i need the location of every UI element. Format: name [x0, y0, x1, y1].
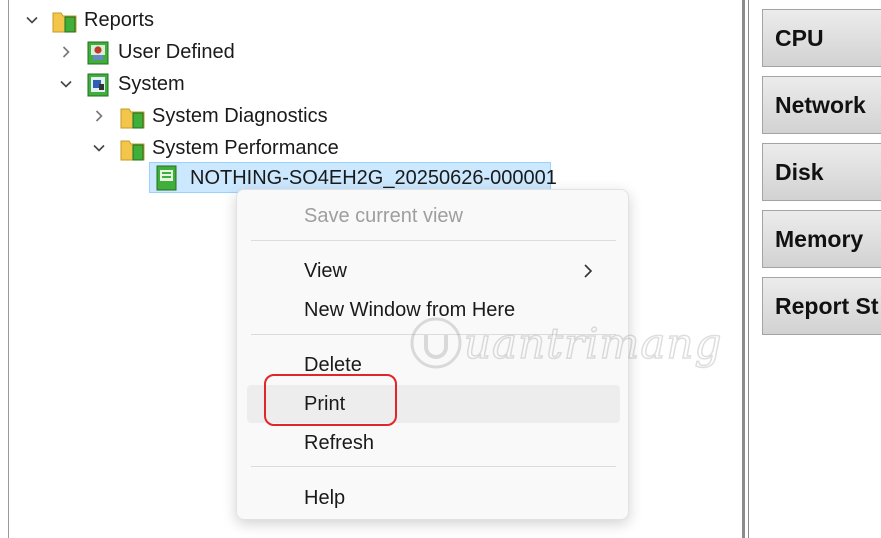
tree-node-reports[interactable]: Reports — [52, 6, 154, 34]
disk-section-button[interactable]: Disk — [762, 143, 881, 201]
report-icon — [154, 164, 180, 192]
menu-item-label: Refresh — [304, 431, 375, 454]
network-section-button[interactable]: Network — [762, 76, 881, 134]
chevron-down-icon[interactable] — [89, 138, 109, 158]
menu-separator — [251, 334, 616, 335]
report-statistics-button[interactable]: Report St — [762, 277, 881, 335]
chevron-right-icon[interactable] — [56, 42, 76, 62]
menu-separator — [251, 466, 616, 467]
tree-node-label: System — [118, 73, 185, 95]
menu-item-new-window-from-here[interactable]: New Window from Here — [247, 291, 620, 329]
pane-splitter[interactable] — [742, 0, 752, 538]
chevron-right-icon — [584, 264, 593, 278]
tree-node-system[interactable]: System — [86, 70, 185, 98]
tree-node-label: User Defined — [118, 41, 235, 63]
reports-folder-icon — [52, 6, 78, 34]
memory-section-button[interactable]: Memory — [762, 210, 881, 268]
menu-item-label: New Window from Here — [304, 298, 516, 321]
chevron-right-icon[interactable] — [89, 106, 109, 126]
tree-node-user-defined[interactable]: User Defined — [86, 38, 235, 66]
user-defined-icon — [86, 38, 112, 66]
menu-item-help[interactable]: Help — [247, 479, 620, 517]
system-icon — [86, 70, 112, 98]
tree-node-system-performance[interactable]: System Performance — [120, 134, 339, 162]
tree-border — [8, 0, 9, 538]
menu-item-label: View — [304, 259, 347, 282]
menu-item-label: Help — [304, 486, 346, 509]
context-menu: Save current view View New Window from H… — [236, 189, 629, 520]
tree-node-report[interactable]: NOTHING-SO4EH2G_20250626-000001 — [154, 164, 557, 192]
menu-item-refresh[interactable]: Refresh — [247, 424, 620, 462]
print-highlight-annotation — [264, 374, 397, 426]
chevron-down-icon[interactable] — [56, 74, 76, 94]
splitter-line — [748, 0, 749, 538]
menu-item-label: Save current view — [304, 204, 463, 227]
tree-node-label: System Diagnostics — [152, 105, 328, 127]
splitter-line — [742, 0, 745, 538]
tree-node-system-diagnostics[interactable]: System Diagnostics — [120, 102, 328, 130]
chevron-down-icon[interactable] — [22, 10, 42, 30]
folder-icon — [120, 134, 146, 162]
tree-node-label: Reports — [84, 9, 155, 31]
menu-item-save-current-view: Save current view — [247, 197, 620, 235]
menu-separator — [251, 240, 616, 241]
cpu-section-button[interactable]: CPU — [762, 9, 881, 67]
tree-node-label: System Performance — [152, 137, 339, 159]
folder-icon — [120, 102, 146, 130]
menu-item-view[interactable]: View — [247, 252, 620, 290]
tree-node-label: NOTHING-SO4EH2G_20250626-000001 — [190, 167, 557, 189]
